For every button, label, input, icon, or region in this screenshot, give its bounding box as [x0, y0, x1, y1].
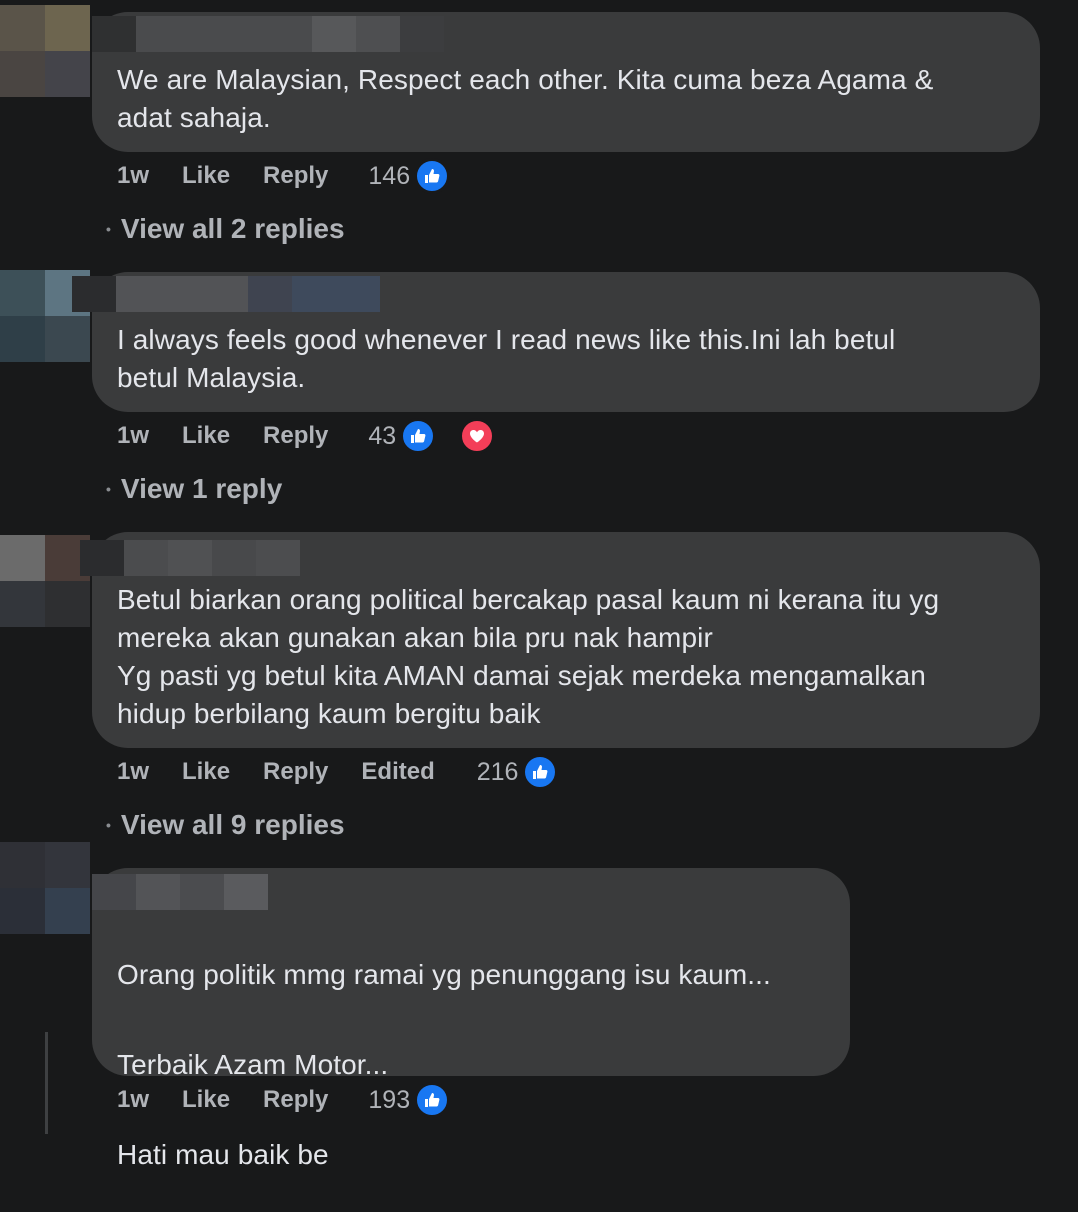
comment-text: Betul biarkan orang political bercakap p… — [117, 584, 940, 729]
view-replies-link[interactable]: • View all 2 replies — [106, 213, 345, 245]
view-replies-label: View all 9 replies — [120, 809, 345, 840]
view-replies-link[interactable]: • View 1 reply — [106, 473, 283, 505]
avatar[interactable] — [0, 535, 90, 627]
comment-text: Orang politik mmg ramai yg penunggang is… — [117, 918, 771, 1212]
like-button[interactable]: Like — [182, 1086, 230, 1114]
comment-paragraph: Terbaik Azam Motor... — [117, 1049, 389, 1080]
avatar[interactable] — [0, 842, 90, 934]
like-button[interactable]: Like — [182, 422, 230, 450]
comment-actions: 1w Like Reply 193 — [117, 1080, 483, 1120]
avatar[interactable] — [0, 5, 90, 97]
comment-timestamp[interactable]: 1w — [117, 422, 149, 450]
reply-button[interactable]: Reply — [263, 1086, 328, 1114]
comment-timestamp[interactable]: 1w — [117, 162, 149, 190]
comment-actions: 1w Like Reply 146 — [117, 156, 483, 196]
comment-paragraph: Hati mau baik be — [117, 1139, 329, 1170]
reply-thread-dot: • — [106, 481, 111, 497]
reply-thread-line — [45, 1032, 48, 1134]
love-icon[interactable] — [459, 418, 496, 454]
comment-paragraph: Orang politik mmg ramai yg penunggang is… — [117, 959, 771, 990]
reaction-count[interactable]: 216 — [477, 758, 519, 787]
reply-button[interactable]: Reply — [263, 422, 328, 450]
commenter-name-redacted[interactable] — [92, 874, 268, 910]
like-button[interactable]: Like — [182, 162, 230, 190]
reaction-count[interactable]: 193 — [368, 1086, 410, 1115]
commenter-name-redacted[interactable] — [80, 540, 300, 576]
view-replies-label: View all 2 replies — [120, 213, 345, 244]
like-button[interactable]: Like — [182, 758, 230, 786]
like-icon[interactable] — [522, 754, 559, 790]
reply-thread-dot: • — [106, 817, 111, 833]
comment-actions: 1w Like Reply 43 — [117, 416, 528, 456]
reply-button[interactable]: Reply — [263, 758, 328, 786]
comment-text: We are Malaysian, Respect each other. Ki… — [117, 64, 934, 133]
commenter-name-redacted[interactable] — [92, 16, 444, 52]
like-icon[interactable] — [414, 1082, 451, 1118]
comment-timestamp[interactable]: 1w — [117, 1086, 149, 1114]
edited-label[interactable]: Edited — [361, 758, 434, 786]
comment-actions: 1w Like Reply Edited 216 — [117, 752, 591, 792]
like-icon[interactable] — [400, 418, 437, 454]
reaction-count[interactable]: 146 — [368, 162, 410, 191]
view-replies-link[interactable]: • View all 9 replies — [106, 809, 345, 841]
reaction-count[interactable]: 43 — [368, 422, 396, 451]
comment-timestamp[interactable]: 1w — [117, 758, 149, 786]
commenter-name-redacted[interactable] — [72, 276, 380, 312]
reply-button[interactable]: Reply — [263, 162, 328, 190]
view-replies-label: View 1 reply — [120, 473, 283, 504]
like-icon[interactable] — [414, 158, 451, 194]
reply-thread-dot: • — [106, 221, 111, 237]
comment-text: I always feels good whenever I read news… — [117, 324, 896, 393]
